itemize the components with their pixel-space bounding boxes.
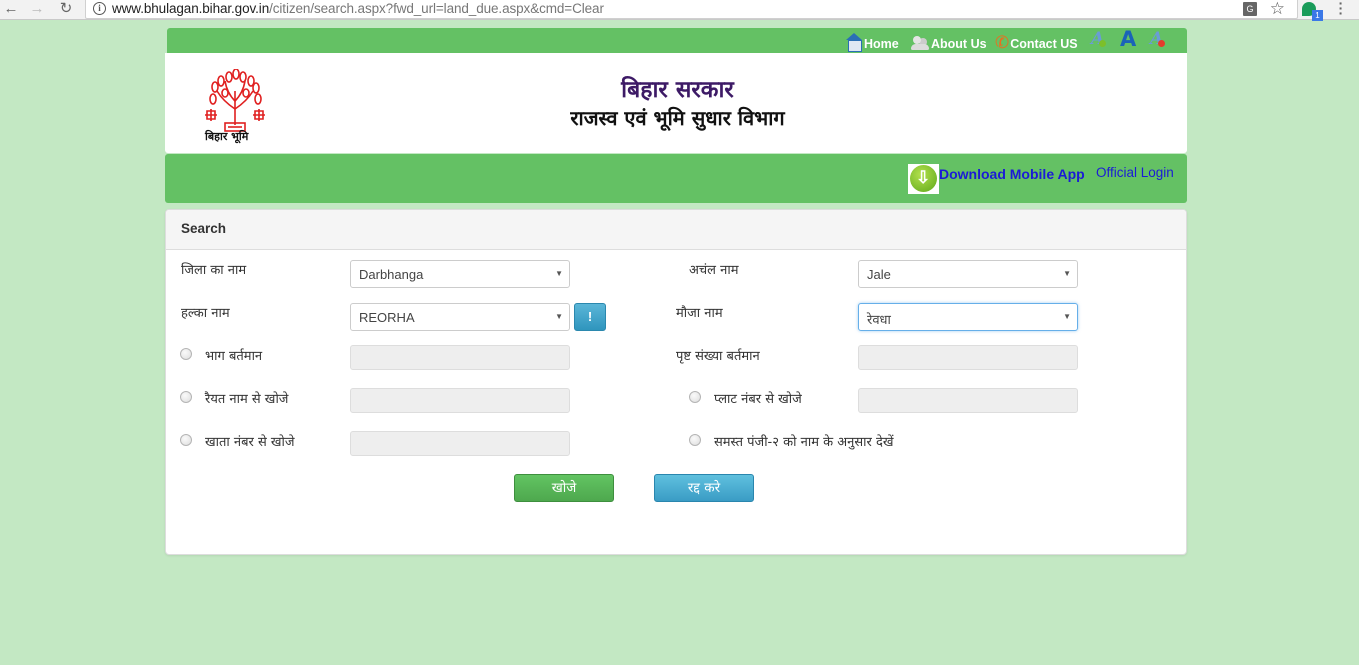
halka-label: हल्का नाम	[181, 306, 230, 321]
font-increase-button[interactable]: A	[1091, 28, 1106, 50]
minus-badge-icon	[1158, 40, 1165, 47]
reload-icon: ↻	[59, 0, 73, 17]
address-bar[interactable]: i www.bhulagan.bihar.gov.in/citizen/sear…	[85, 0, 1298, 19]
url-text: www.bhulagan.bihar.gov.in/citizen/search…	[112, 1, 604, 16]
district-value: Darbhanga	[359, 267, 424, 282]
site-header: बिहार भूमि बिहार सरकार राजस्व एवं भूमि स…	[165, 53, 1187, 153]
mauza-select[interactable]: रेवधा ▼	[858, 303, 1078, 331]
top-nav-bar: Home About Us ✆ Contact US A A A	[167, 28, 1187, 53]
url-path: /citizen/search.aspx?fwd_url=land_due.as…	[269, 1, 604, 16]
raiyat-label: रैयत नाम से खोजे	[205, 392, 289, 407]
plot-label: प्लाट नंबर से खोजे	[714, 392, 802, 407]
forward-button[interactable]: →	[28, 0, 46, 18]
halka-select[interactable]: REORHA ▼	[350, 303, 570, 331]
phone-icon: ✆	[993, 31, 1011, 54]
search-panel: Search जिला का नाम Darbhanga ▼ अचंल नाम J…	[165, 209, 1187, 555]
arrow-left-icon: ←	[3, 0, 19, 17]
home-link[interactable]: Home	[845, 31, 899, 52]
khata-label: खाता नंबर से खोजे	[205, 435, 295, 450]
raiyat-radio[interactable]	[180, 391, 192, 403]
contact-us-link[interactable]: ✆ Contact US	[993, 31, 1078, 54]
government-title-text: बिहार सरकार	[621, 76, 734, 103]
back-button[interactable]: ←	[2, 0, 20, 18]
district-label: जिला का नाम	[181, 263, 247, 278]
khata-radio[interactable]	[180, 434, 192, 446]
all-register-label: समस्त पंजी-२ को नाम के अनुसार देखें	[714, 435, 894, 450]
url-host: www.bhulagan.bihar.gov.in	[112, 1, 270, 16]
all-register-radio[interactable]	[689, 434, 701, 446]
panel-title: Search	[166, 210, 1186, 250]
home-icon	[845, 33, 863, 52]
browser-toolbar: ← → ↻ i www.bhulagan.bihar.gov.in/citize…	[0, 0, 1359, 21]
circle-select[interactable]: Jale ▼	[858, 260, 1078, 288]
government-title: बिहार सरकार	[165, 72, 1187, 104]
plot-input[interactable]	[858, 388, 1078, 413]
about-us-link[interactable]: About Us	[911, 31, 987, 51]
bhag-label: भाग बर्तमान	[205, 349, 263, 364]
circle-label: अचंल नाम	[689, 263, 739, 278]
department-title-text: राजस्व एवं भूमि सुधार विभाग	[570, 106, 785, 130]
arrow-right-icon: →	[29, 0, 45, 17]
font-decrease-button[interactable]: A	[1150, 28, 1165, 50]
translate-icon[interactable]: G	[1243, 2, 1257, 16]
search-button[interactable]: खोजे	[514, 474, 614, 502]
plot-radio[interactable]	[689, 391, 701, 403]
mauza-label: मौजा नाम	[676, 306, 723, 321]
district-select[interactable]: Darbhanga ▼	[350, 260, 570, 288]
kebab-menu-icon[interactable]: · · ·	[1336, 0, 1346, 20]
chevron-down-icon: ▼	[555, 312, 563, 321]
official-login-link[interactable]: Official Login	[1096, 165, 1174, 180]
halka-info-button[interactable]: !	[574, 303, 606, 331]
users-icon	[911, 35, 930, 51]
circle-value: Jale	[867, 267, 891, 282]
logo-caption: बिहार भूमि	[205, 130, 249, 143]
bhag-input[interactable]	[350, 345, 570, 370]
chevron-down-icon: ▼	[555, 269, 563, 278]
font-normal-icon: A	[1120, 27, 1137, 51]
chevron-down-icon: ▼	[1063, 312, 1071, 321]
page-number-input[interactable]	[858, 345, 1078, 370]
bhag-radio[interactable]	[180, 348, 192, 360]
star-icon[interactable]: ☆	[1270, 0, 1285, 19]
download-icon[interactable]: ⇩	[908, 164, 939, 194]
page-number-label: पृष्ट संख्या बर्तमान	[676, 349, 760, 364]
chevron-down-icon: ▼	[1063, 269, 1071, 278]
raiyat-input[interactable]	[350, 388, 570, 413]
download-mobile-app-link[interactable]: Download Mobile App	[939, 166, 1085, 182]
about-label: About Us	[931, 37, 987, 51]
info-icon[interactable]: i	[93, 2, 106, 15]
mauza-value: रेवधा	[867, 312, 891, 327]
plus-badge-icon	[1099, 40, 1106, 47]
reload-button[interactable]: ↻	[57, 0, 75, 18]
font-normal-button[interactable]: A	[1120, 28, 1136, 50]
app-bar: ⇩ Download Mobile App Official Login	[165, 154, 1187, 203]
halka-value: REORHA	[359, 310, 415, 325]
contact-label: Contact US	[1010, 37, 1078, 51]
department-title: राजस्व एवं भूमि सुधार विभाग	[165, 104, 1187, 131]
khata-input[interactable]	[350, 431, 570, 456]
extension-badge: 1	[1312, 10, 1323, 21]
home-label: Home	[864, 37, 899, 51]
cancel-button[interactable]: रद्द करे	[654, 474, 754, 502]
